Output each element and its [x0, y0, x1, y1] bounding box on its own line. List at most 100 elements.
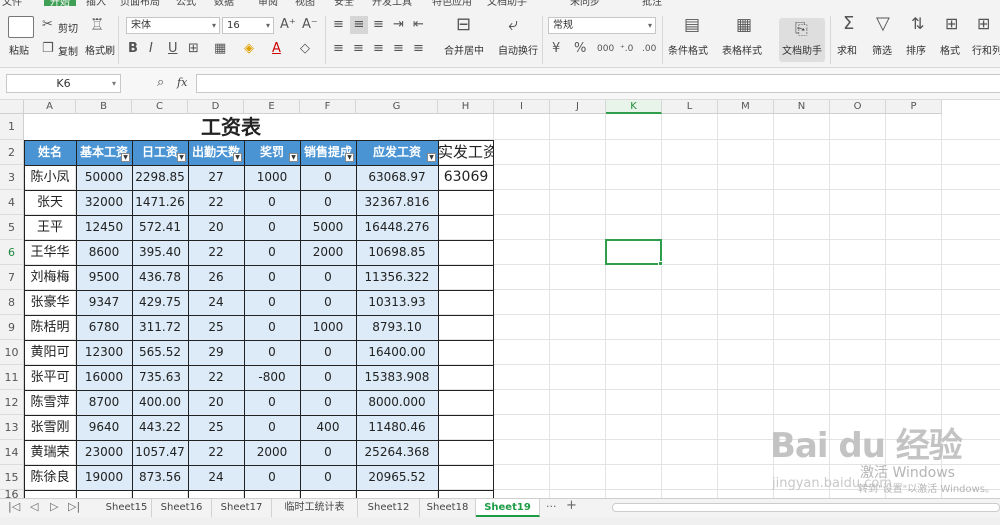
data-cell[interactable]: 0 [300, 440, 356, 465]
formula-input[interactable] [196, 74, 1000, 93]
data-cell[interactable]: 400.00 [132, 390, 188, 415]
data-cell[interactable]: 8000.000 [356, 390, 438, 415]
number-format-select[interactable]: 常规 ▾ [548, 17, 656, 34]
sheet-tab[interactable]: Sheet18 [420, 499, 476, 517]
data-cell[interactable]: 0 [244, 340, 300, 365]
partial-row-cell[interactable] [24, 490, 76, 498]
data-cell[interactable]: 11356.322 [356, 265, 438, 290]
data-cell[interactable]: 20 [188, 390, 244, 415]
orientation-icon[interactable]: ⇥ [393, 18, 404, 32]
row-header[interactable]: 13 [0, 415, 24, 440]
row-header[interactable]: 14 [0, 440, 24, 465]
name-box[interactable]: K6 ▾ [6, 74, 121, 93]
employee-name-cell[interactable]: 黄阳可 [24, 340, 76, 365]
employee-name-cell[interactable]: 黄瑞荣 [24, 440, 76, 465]
data-cell[interactable]: 16000 [76, 365, 132, 390]
increase-decimal-icon[interactable]: ⁺.0 [620, 42, 633, 56]
selected-cell-outline[interactable] [605, 239, 662, 265]
last-sheet-icon[interactable]: ▷| [68, 500, 80, 513]
row-header[interactable]: 1 [0, 114, 24, 140]
data-cell[interactable]: 25 [188, 315, 244, 340]
data-cell[interactable]: 8600 [76, 240, 132, 265]
align-left-icon[interactable]: ≡ [333, 42, 344, 56]
data-cell[interactable]: 25 [188, 415, 244, 440]
data-cell[interactable]: 2298.85 [132, 165, 188, 190]
table-style-button[interactable]: 表格样式 [722, 42, 762, 57]
employee-name-cell[interactable]: 张雪刚 [24, 415, 76, 440]
decrease-font-icon[interactable]: A⁻ [302, 18, 318, 32]
data-cell[interactable]: 22 [188, 190, 244, 215]
copy-icon[interactable]: ❐ [42, 42, 54, 56]
sum-icon[interactable]: Σ [843, 15, 854, 33]
distributed-icon[interactable]: ≡ [413, 42, 424, 56]
row-header[interactable]: 5 [0, 215, 24, 240]
more-sheets-button[interactable]: ··· [546, 500, 557, 513]
data-cell[interactable]: 22 [188, 365, 244, 390]
sheet-tab[interactable]: Sheet19 [476, 499, 540, 517]
data-cell[interactable]: 395.40 [132, 240, 188, 265]
filter-icon[interactable]: ▽ [876, 15, 890, 33]
employee-name-cell[interactable]: 陈栝明 [24, 315, 76, 340]
row-col-button[interactable]: 行和列 [972, 42, 1000, 57]
data-cell[interactable]: 9500 [76, 265, 132, 290]
column-header[interactable]: J [550, 100, 606, 114]
border-icon[interactable]: ⊞ [188, 42, 199, 56]
data-cell[interactable]: 16400.00 [356, 340, 438, 365]
align-middle-icon[interactable]: ≡ [350, 16, 368, 34]
wrap-text-button[interactable]: 自动换行 [498, 42, 538, 57]
increase-font-icon[interactable]: A⁺ [280, 18, 296, 32]
row-header[interactable]: 2 [0, 140, 24, 165]
data-cell[interactable]: 25264.368 [356, 440, 438, 465]
conditional-format-icon[interactable]: ▤ [684, 17, 700, 34]
filter-dropdown-icon[interactable]: ▼ [345, 153, 354, 162]
select-all-corner[interactable] [0, 100, 24, 114]
data-cell[interactable]: 24 [188, 290, 244, 315]
currency-icon[interactable]: ¥ [552, 42, 560, 56]
percent-icon[interactable]: % [574, 42, 586, 56]
sort-button[interactable]: 排序 [906, 42, 926, 57]
data-cell[interactable]: 311.72 [132, 315, 188, 340]
data-cell[interactable]: 15383.908 [356, 365, 438, 390]
employee-name-cell[interactable]: 陈徐良 [24, 465, 76, 490]
column-header[interactable]: G [356, 100, 438, 114]
data-cell[interactable]: 20 [188, 215, 244, 240]
data-cell[interactable]: 5000 [300, 215, 356, 240]
data-cell[interactable]: 0 [244, 215, 300, 240]
justify-icon[interactable]: ≡ [393, 42, 404, 56]
fill-handle[interactable] [658, 261, 663, 266]
bold-icon[interactable]: B [128, 42, 138, 56]
data-cell[interactable]: 0 [300, 390, 356, 415]
data-cell[interactable]: 572.41 [132, 215, 188, 240]
align-bottom-icon[interactable]: ≡ [373, 18, 384, 32]
data-cell[interactable]: 19000 [76, 465, 132, 490]
data-cell[interactable]: 22 [188, 440, 244, 465]
column-header[interactable]: F [300, 100, 356, 114]
column-header[interactable]: I [494, 100, 550, 114]
paste-button[interactable]: 粘贴 [9, 42, 29, 57]
data-cell[interactable]: 1471.26 [132, 190, 188, 215]
data-cell[interactable]: 735.63 [132, 365, 188, 390]
column-header[interactable]: M [718, 100, 774, 114]
row-header[interactable]: 7 [0, 265, 24, 290]
row-header[interactable]: 11 [0, 365, 24, 390]
add-sheet-button[interactable]: + [566, 498, 577, 513]
zoom-icon[interactable]: ⌕ [157, 76, 164, 90]
copy-button[interactable]: 复制 [58, 43, 78, 58]
filter-dropdown-icon[interactable]: ▼ [289, 153, 298, 162]
data-cell[interactable]: 26 [188, 265, 244, 290]
filter-dropdown-icon[interactable]: ▼ [177, 153, 186, 162]
data-cell[interactable]: 0 [244, 315, 300, 340]
font-color-icon[interactable]: A [272, 42, 281, 56]
data-cell[interactable]: 32000 [76, 190, 132, 215]
sum-button[interactable]: 求和 [837, 42, 857, 57]
employee-name-cell[interactable]: 陈小凤 [24, 165, 76, 190]
format-button[interactable]: 格式 [940, 42, 960, 57]
data-cell[interactable]: 0 [244, 465, 300, 490]
row-header[interactable]: 6 [0, 240, 24, 265]
decrease-decimal-icon[interactable]: .00 [642, 42, 656, 56]
sheet-tab[interactable]: Sheet17 [212, 499, 272, 517]
align-center-icon[interactable]: ≡ [353, 42, 364, 56]
merge-center-button[interactable]: 合并居中 [444, 42, 484, 57]
cut-button[interactable]: 剪切 [58, 20, 78, 35]
employee-name-cell[interactable]: 刘梅梅 [24, 265, 76, 290]
